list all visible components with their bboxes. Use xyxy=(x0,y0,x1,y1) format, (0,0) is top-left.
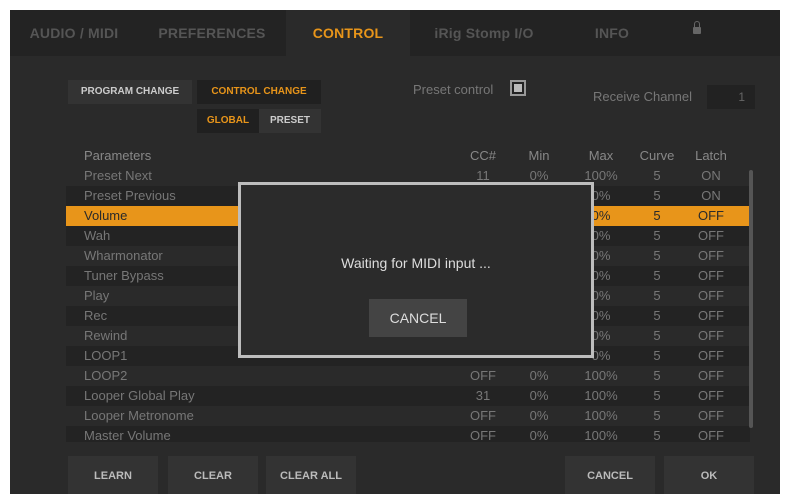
cell-curve: 5 xyxy=(653,208,661,223)
dialog-message: Waiting for MIDI input ... xyxy=(341,255,491,271)
header-max: Max xyxy=(588,148,614,163)
table-row[interactable]: LOOP2 OFF 0% 100% 5 OFF xyxy=(66,366,750,386)
cell-curve: 5 xyxy=(653,188,661,203)
cell-name: Volume xyxy=(84,208,128,223)
cell-cc: 31 xyxy=(475,388,491,403)
header-latch: Latch xyxy=(695,148,727,163)
cell-max: 100% xyxy=(584,408,618,423)
cell-max: 100% xyxy=(584,388,618,403)
cell-curve: 5 xyxy=(653,348,661,363)
preset-control-checkbox[interactable] xyxy=(510,80,526,96)
cell-name: Looper Global Play xyxy=(84,388,195,403)
cell-name: Looper Metronome xyxy=(84,408,194,423)
cell-curve: 5 xyxy=(653,368,661,383)
cell-cc: OFF xyxy=(470,408,496,423)
cancel-button[interactable]: CANCEL xyxy=(565,456,655,494)
tab-control[interactable]: CONTROL xyxy=(286,10,410,56)
cell-name: Preset Next xyxy=(84,168,152,183)
cell-curve: 5 xyxy=(653,248,661,263)
cell-name: LOOP2 xyxy=(84,368,128,383)
cell-name: Wah xyxy=(84,228,111,243)
cell-latch: OFF xyxy=(698,368,724,383)
clear-button[interactable]: CLEAR xyxy=(168,456,258,494)
header-parameters: Parameters xyxy=(84,148,152,163)
cell-latch: OFF xyxy=(698,408,724,423)
cell-min: 0% xyxy=(529,428,549,442)
cell-name: Play xyxy=(84,288,110,303)
cell-name: Rewind xyxy=(84,328,128,343)
global-button[interactable]: GLOBAL xyxy=(197,109,259,133)
cell-cc: OFF xyxy=(470,368,496,383)
app-window: AUDIO / MIDI PREFERENCES CONTROL iRig St… xyxy=(0,0,792,504)
cell-min: 0% xyxy=(529,368,549,383)
cell-max: 100% xyxy=(584,428,618,442)
cell-latch: OFF xyxy=(698,208,724,223)
cell-curve: 5 xyxy=(653,388,661,403)
cell-latch: OFF xyxy=(698,228,724,243)
receive-channel-field[interactable]: 1 xyxy=(707,85,755,109)
cell-curve: 5 xyxy=(653,328,661,343)
tab-irig-stomp-io[interactable]: iRig Stomp I/O xyxy=(410,10,558,56)
header-curve: Curve xyxy=(639,148,675,163)
cell-name: Preset Previous xyxy=(84,188,176,203)
header-cc: CC# xyxy=(469,148,496,163)
lock-icon[interactable] xyxy=(693,21,701,34)
tab-bar: AUDIO / MIDI PREFERENCES CONTROL iRig St… xyxy=(10,10,780,56)
table-header: Parameters CC# Min Max Curve Latch xyxy=(66,148,750,164)
cell-latch: OFF xyxy=(698,328,724,343)
cell-curve: 5 xyxy=(653,308,661,323)
tab-info[interactable]: INFO xyxy=(558,10,666,56)
ok-button[interactable]: OK xyxy=(664,456,754,494)
tab-preferences[interactable]: PREFERENCES xyxy=(138,10,286,56)
midi-learn-dialog: Waiting for MIDI input ... CANCEL xyxy=(238,182,594,358)
control-panel: AUDIO / MIDI PREFERENCES CONTROL iRig St… xyxy=(10,10,780,494)
preset-button[interactable]: PRESET xyxy=(259,109,321,133)
clear-all-button[interactable]: CLEAR ALL xyxy=(266,456,356,494)
preset-control-label: Preset control xyxy=(413,82,494,97)
cell-curve: 5 xyxy=(653,408,661,423)
dialog-cancel-button[interactable]: CANCEL xyxy=(369,299,467,337)
cell-name: Wharmonator xyxy=(84,248,163,263)
cell-latch: OFF xyxy=(698,268,724,283)
table-row[interactable]: Master Volume OFF 0% 100% 5 OFF xyxy=(66,426,750,442)
cell-latch: ON xyxy=(701,168,721,183)
cell-latch: OFF xyxy=(698,308,724,323)
cell-min: 0% xyxy=(529,388,549,403)
receive-channel-label: Receive Channel xyxy=(593,89,693,104)
cell-name: Rec xyxy=(84,308,108,323)
cell-latch: OFF xyxy=(698,248,724,263)
cell-name: Master Volume xyxy=(84,428,171,442)
table-scrollbar[interactable] xyxy=(749,170,753,428)
cell-latch: OFF xyxy=(698,388,724,403)
table-row[interactable]: Looper Metronome OFF 0% 100% 5 OFF xyxy=(66,406,750,426)
cell-latch: OFF xyxy=(698,348,724,363)
cell-min: 0% xyxy=(529,408,549,423)
program-change-button[interactable]: PROGRAM CHANGE xyxy=(68,80,192,104)
cell-latch: OFF xyxy=(698,288,724,303)
cell-curve: 5 xyxy=(653,168,661,183)
learn-button[interactable]: LEARN xyxy=(68,456,158,494)
tab-audio-midi[interactable]: AUDIO / MIDI xyxy=(10,10,138,56)
cell-max: 100% xyxy=(584,368,618,383)
cell-curve: 5 xyxy=(653,228,661,243)
cell-curve: 5 xyxy=(653,428,661,442)
control-change-button[interactable]: CONTROL CHANGE xyxy=(197,80,321,104)
cell-latch: OFF xyxy=(698,428,724,442)
cell-curve: 5 xyxy=(653,268,661,283)
cell-name: LOOP1 xyxy=(84,348,128,363)
cell-name: Tuner Bypass xyxy=(84,268,164,283)
table-row[interactable]: Looper Global Play 31 0% 100% 5 OFF xyxy=(66,386,750,406)
cell-cc: OFF xyxy=(470,428,496,442)
header-min: Min xyxy=(528,148,550,163)
cell-latch: ON xyxy=(701,188,721,203)
cell-curve: 5 xyxy=(653,288,661,303)
